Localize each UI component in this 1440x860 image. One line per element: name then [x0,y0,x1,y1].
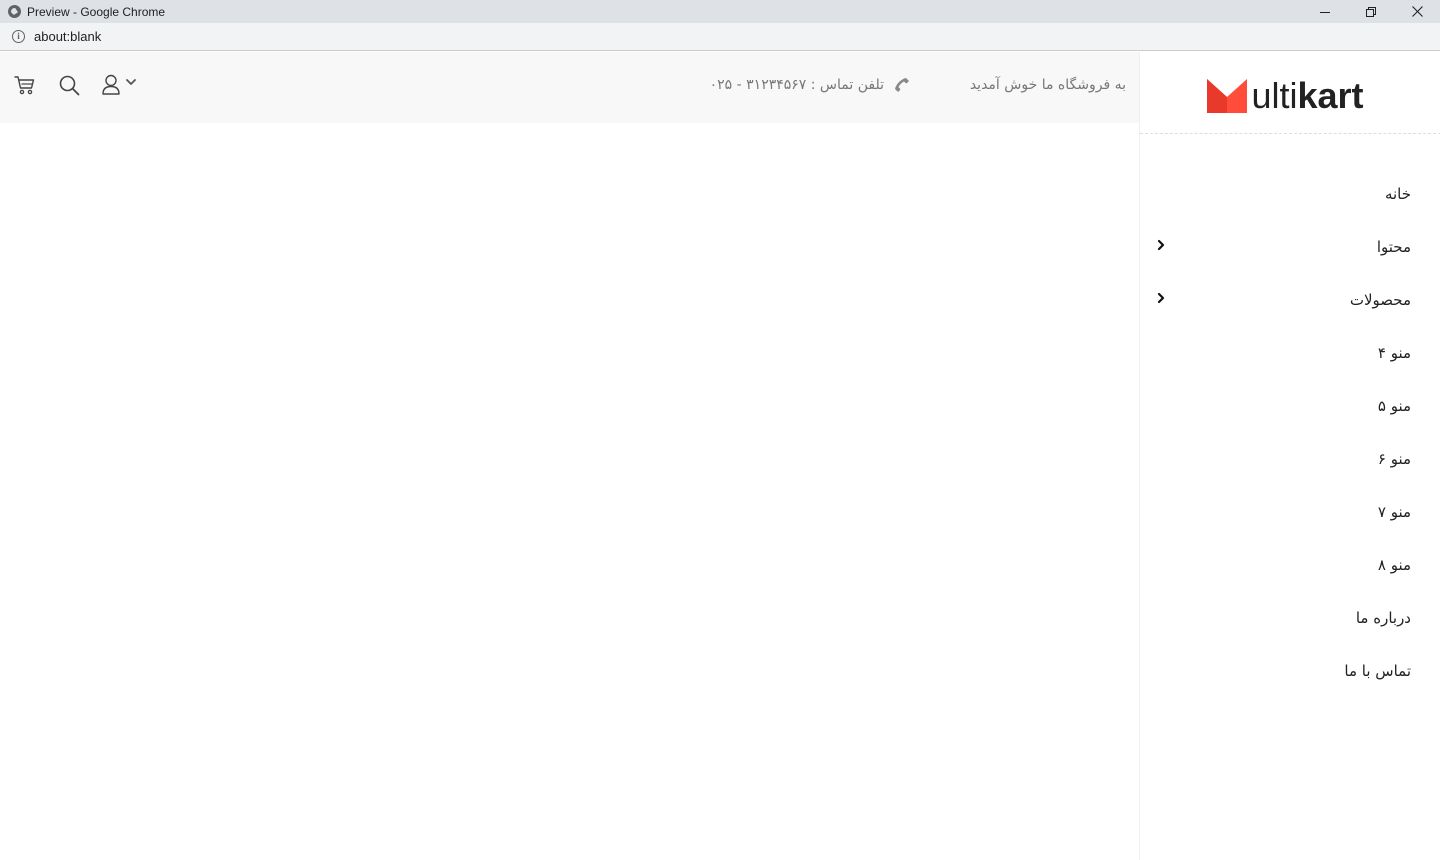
minimize-icon [1320,11,1330,13]
restore-button[interactable] [1348,0,1394,23]
minimize-button[interactable] [1302,0,1348,23]
menu-item-menu-8[interactable]: منو ۸ [1140,538,1440,591]
search-icon [59,75,80,96]
menu-item-label: درباره ما [1355,608,1411,627]
globe-icon [8,5,21,18]
brand-logo[interactable]: ulti kart [1140,52,1440,134]
restore-icon [1366,6,1376,17]
chevron-right-icon [1157,239,1165,251]
menu-item-label: تماس با ما [1344,661,1411,680]
sidebar-menu: خانه محتوا محصولات منو ۴ منو ۵ منو ۶ منو… [1140,167,1440,697]
window-controls [1302,0,1440,23]
menu-item-label: منو ۸ [1377,555,1411,574]
menu-item-home[interactable]: خانه [1140,167,1440,220]
phone-text: تلفن تماس : ۳۱۲۳۴۵۶۷ - ۰۲۵ [709,77,884,93]
window-title: Preview - Google Chrome [27,4,166,19]
menu-item-menu-4[interactable]: منو ۴ [1140,326,1440,379]
logo-text-bold: kart [1297,74,1364,116]
menu-item-menu-6[interactable]: منو ۶ [1140,432,1440,485]
address-bar[interactable]: i about:blank [0,23,1440,51]
account-button[interactable] [101,74,137,96]
window-title-bar: Preview - Google Chrome [0,0,1440,23]
welcome-text: به فروشگاه ما خوش آمدید [969,77,1126,93]
close-icon [1411,6,1423,17]
menu-item-menu-5[interactable]: منو ۵ [1140,379,1440,432]
info-icon[interactable]: i [12,30,25,43]
menu-item-label: منو ۷ [1377,502,1411,521]
menu-item-label: منو ۶ [1377,449,1411,468]
top-header: به فروشگاه ما خوش آمدید تلفن تماس : ۳۱۲۳… [0,52,1140,123]
menu-item-products[interactable]: محصولات [1140,273,1440,326]
chevron-down-icon[interactable] [125,77,137,87]
address-url[interactable]: about:blank [34,29,101,44]
cart-button[interactable] [14,74,36,96]
menu-item-label: منو ۵ [1377,396,1411,415]
cart-icon [14,76,35,95]
menu-item-label: خانه [1384,184,1411,203]
close-button[interactable] [1394,0,1440,23]
chevron-right-icon [1157,292,1165,304]
menu-item-label: محصولات [1349,290,1411,309]
menu-item-label: منو ۴ [1377,343,1411,362]
main-content [0,123,1139,860]
header-icons [14,74,137,96]
menu-item-contact[interactable]: تماس با ما [1140,644,1440,697]
menu-item-content[interactable]: محتوا [1140,220,1440,273]
menu-item-about[interactable]: درباره ما [1140,591,1440,644]
search-button[interactable] [58,74,80,96]
user-icon [102,74,120,95]
logo-m-icon [1207,78,1248,113]
logo-wordmark: ulti kart [1207,73,1364,116]
phone-icon [895,78,909,92]
contact-phone: تلفن تماس : ۳۱۲۳۴۵۶۷ - ۰۲۵ [710,77,910,93]
sidebar: ulti kart خانه محتوا محصولات منو ۴ منو ۵… [1139,52,1440,860]
menu-item-menu-7[interactable]: منو ۷ [1140,485,1440,538]
menu-item-label: محتوا [1376,237,1411,256]
logo-text-light: ulti [1251,74,1298,116]
